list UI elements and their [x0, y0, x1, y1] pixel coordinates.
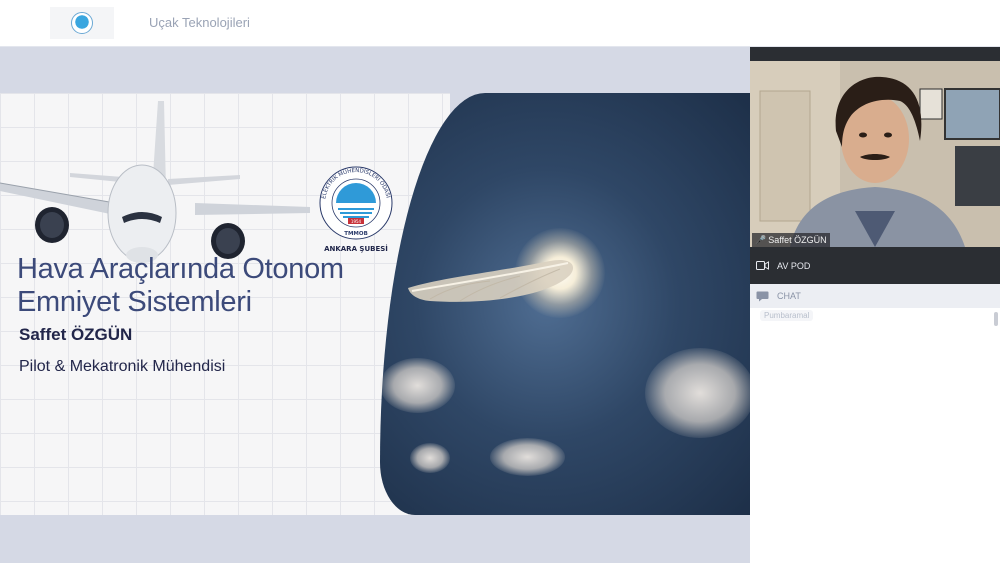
slide-bottom-band	[0, 515, 750, 563]
sky-image	[380, 93, 750, 515]
participant-name-label: 🎤 Saffet ÖZGÜN	[752, 233, 830, 247]
participant-name: Saffet ÖZGÜN	[768, 235, 827, 245]
participant-video[interactable]	[750, 61, 1000, 247]
tmmob-emo-logo-icon	[71, 12, 93, 34]
presentation-pod: ELEKTRİK MÜHENDİSLERİ ODASI TMMOB 1954 A…	[0, 47, 750, 563]
presenter-name: Saffet ÖZGÜN	[19, 325, 133, 344]
right-panel: 🎤 Saffet ÖZGÜN AV POD CHAT Pumbaramal	[750, 47, 1000, 563]
slide-title-line-1: Hava Araçlarında Otonom	[17, 253, 344, 285]
room-logo[interactable]	[50, 7, 114, 39]
av-pod-header[interactable]: AV POD	[750, 247, 1000, 284]
svg-text:ANKARA ŞUBESİ: ANKARA ŞUBESİ	[324, 244, 388, 253]
chat-message: Pumbaramal	[760, 310, 814, 321]
tmmob-emo-ankara-logo: ELEKTRİK MÜHENDİSLERİ ODASI TMMOB 1954 A…	[319, 166, 393, 253]
microphone-icon: 🎤	[755, 235, 767, 245]
chat-scrollbar[interactable]	[994, 312, 998, 326]
chat-icon	[756, 291, 769, 301]
av-pod-label: AV POD	[777, 260, 811, 271]
svg-text:1954: 1954	[351, 219, 362, 224]
presenter-role: Pilot & Mekatronik Mühendisi	[19, 358, 226, 375]
room-title: Uçak Teknolojileri	[149, 15, 250, 30]
cloud	[380, 358, 455, 413]
chat-messages[interactable]: Pumbaramal	[750, 308, 1000, 563]
cloud	[410, 443, 450, 473]
top-bar: Uçak Teknolojileri	[0, 0, 1000, 47]
slide-title: Hava Araçlarında Otonom Emniyet Sistemle…	[17, 253, 344, 319]
cloud	[645, 348, 750, 438]
chat-label: CHAT	[777, 291, 801, 301]
cloud	[490, 438, 565, 476]
slide-title-line-2: Emniyet Sistemleri	[17, 286, 252, 318]
chat-pod-header[interactable]: CHAT	[750, 284, 1000, 308]
svg-text:TMMOB: TMMOB	[344, 231, 368, 237]
presentation-slide: ELEKTRİK MÜHENDİSLERİ ODASI TMMOB 1954 A…	[0, 93, 750, 563]
video-pod: 🎤 Saffet ÖZGÜN	[750, 47, 1000, 247]
feather-image	[408, 259, 574, 302]
airplane-image	[0, 101, 310, 263]
video-camera-icon	[756, 261, 769, 270]
